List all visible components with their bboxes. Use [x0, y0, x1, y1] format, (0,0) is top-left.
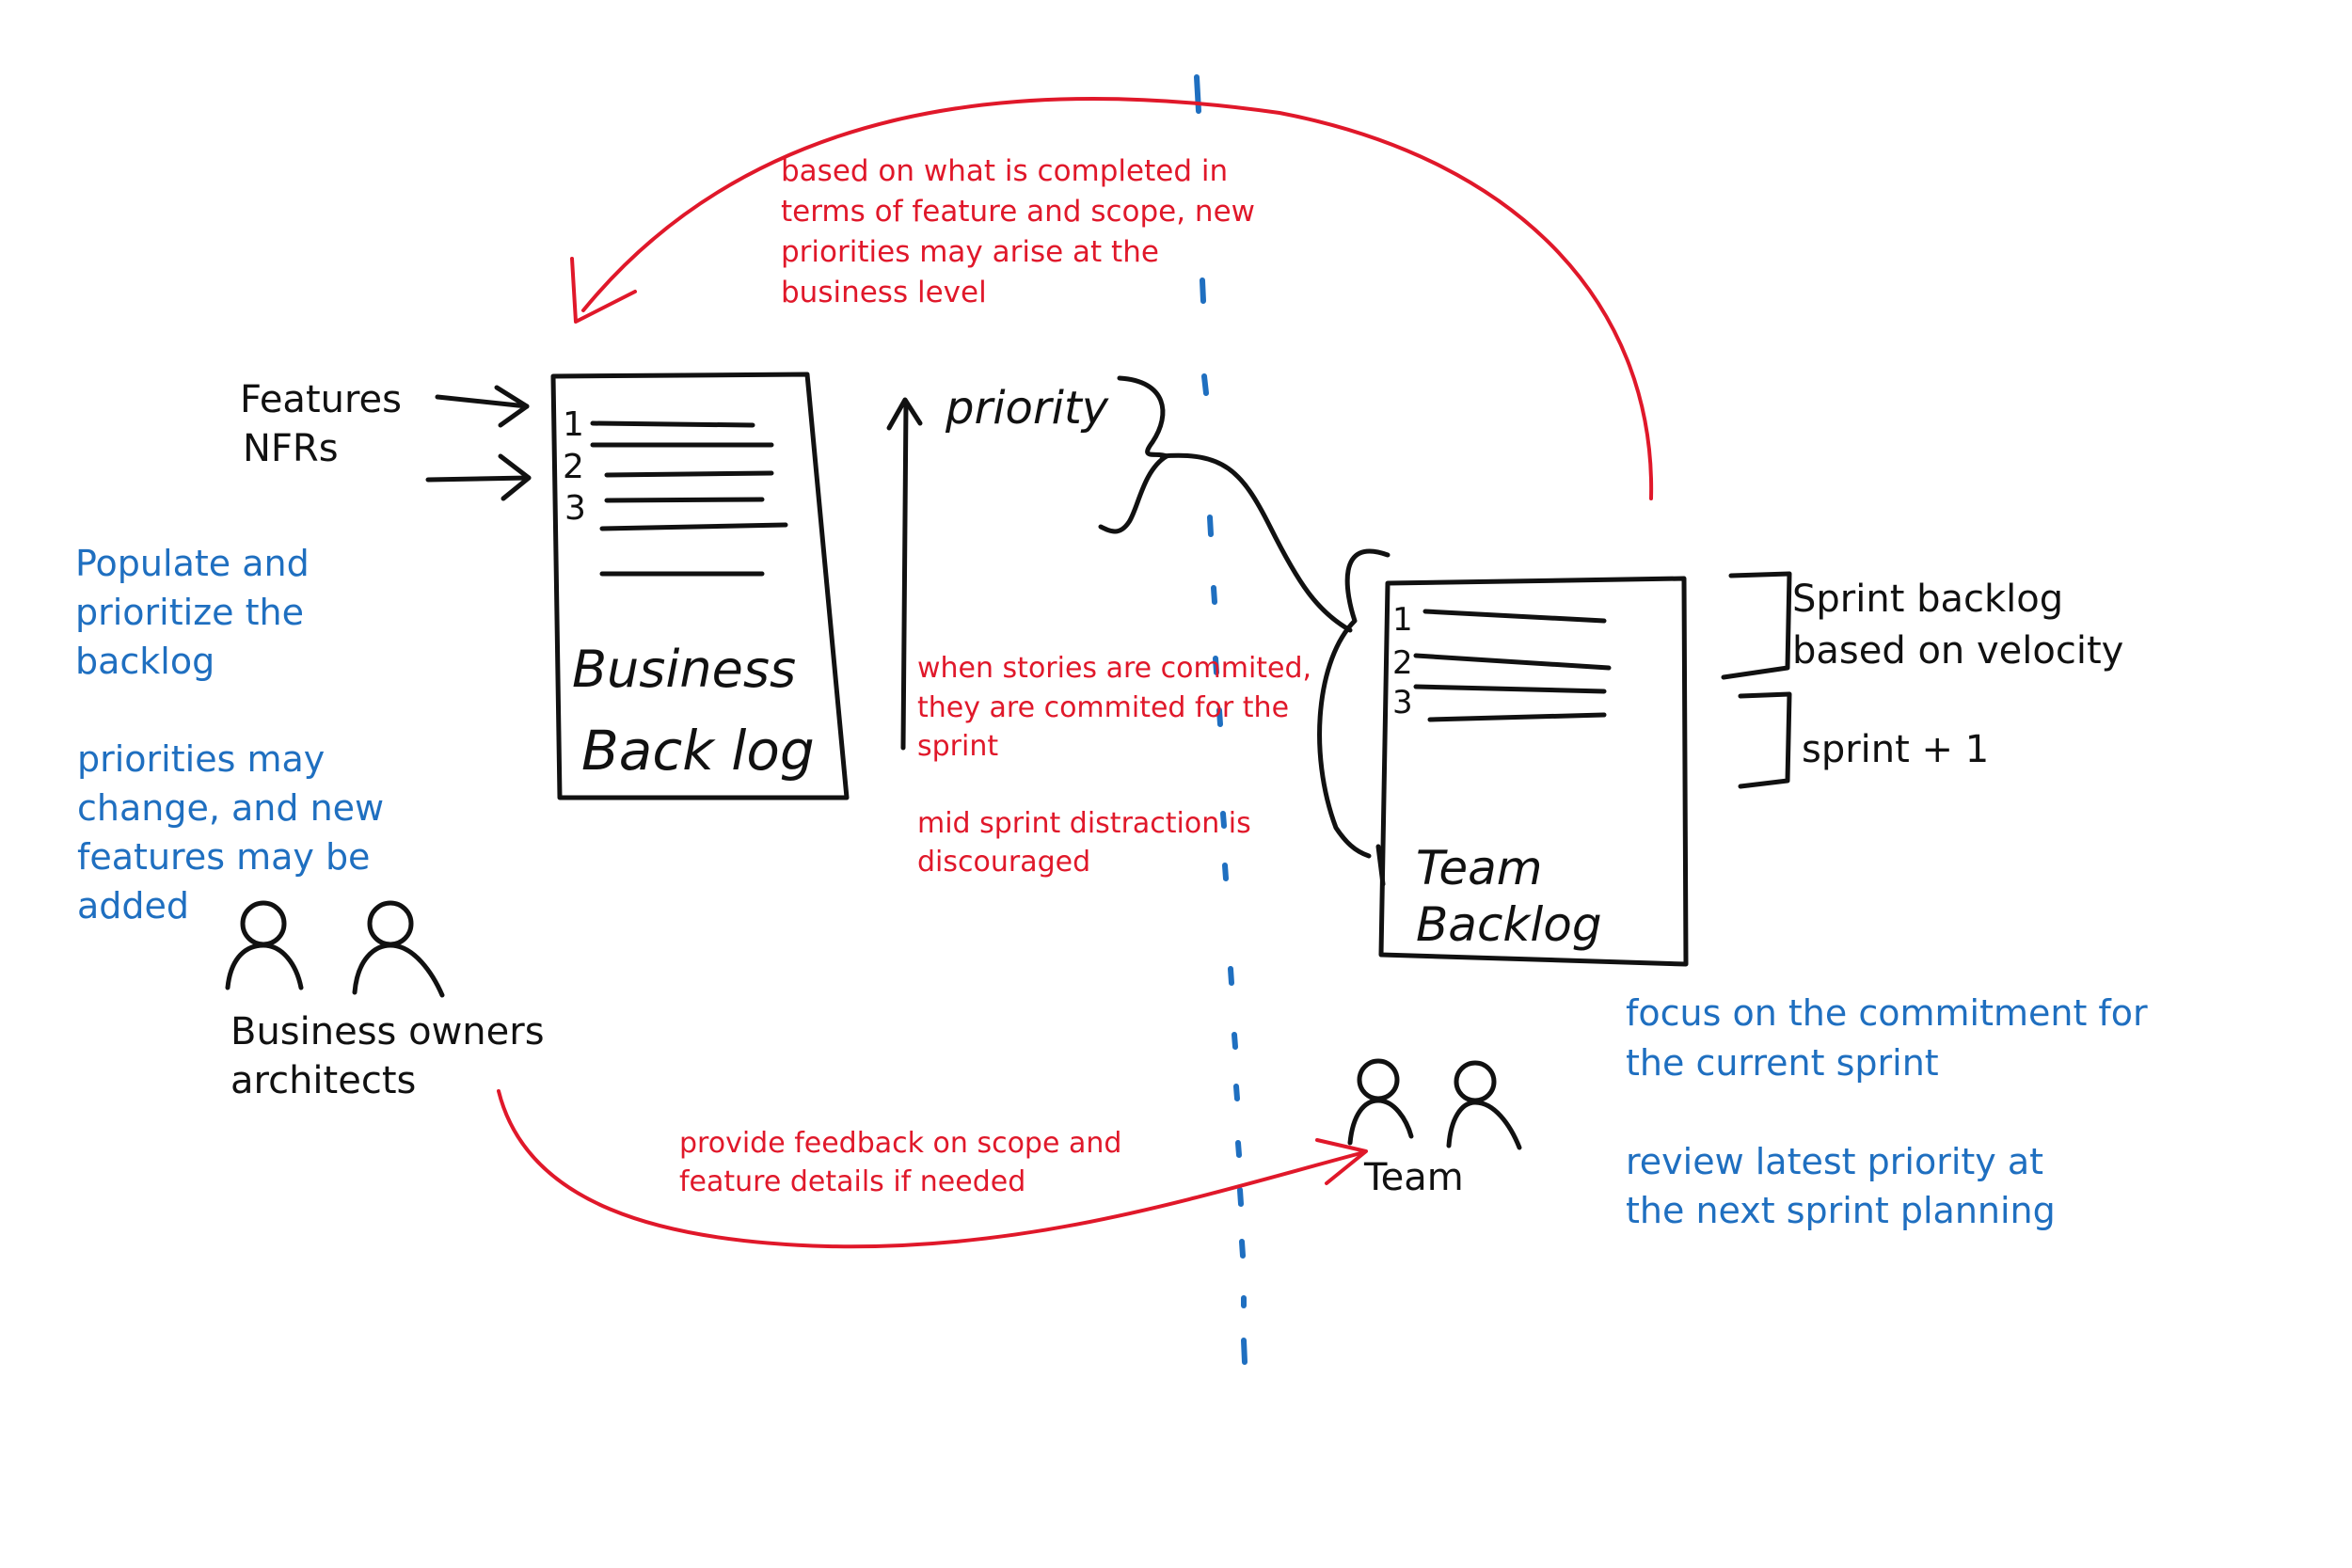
sprint-plus-one-label: sprint + 1	[1802, 728, 1989, 771]
priority-arrow	[886, 397, 923, 751]
business-backlog-number: 1	[563, 405, 584, 444]
sketch-diagram: 1 2 3 1 2 3 Business Back log Team Backl…	[75, 74, 2148, 1365]
team-backlog-number: 2	[1392, 644, 1413, 682]
red-note-top-line: business level	[781, 276, 987, 309]
team-backlog-number: 1	[1392, 601, 1413, 639]
sprint-backlog-label-line1: Sprint backlog	[1792, 578, 2063, 621]
nfrs-label: NFRs	[243, 427, 339, 470]
priorities-note-line: features may be	[77, 836, 370, 878]
priorities-note-line: priorities may	[77, 738, 325, 780]
blue-notes-left: Populate and prioritize the backlog prio…	[75, 543, 384, 927]
populate-note-line: prioritize the	[75, 592, 304, 633]
business-backlog-label-line2: Back log	[581, 719, 815, 783]
blue-notes-right: focus on the commitment for the current …	[1626, 992, 2148, 1231]
red-note-feedback-line: feature details if needed	[679, 1165, 1025, 1198]
team-backlog-label-line2: Backlog	[1416, 897, 1602, 952]
red-note-top-line: based on what is completed in	[781, 154, 1228, 188]
features-label: Features	[240, 378, 402, 421]
business-backlog-label: Business Back log	[572, 640, 815, 783]
focus-note-line: the current sprint	[1626, 1042, 1939, 1084]
team-backlog-label: Team Backlog	[1416, 841, 1602, 952]
red-note-distraction-line: mid sprint distraction is	[917, 807, 1251, 840]
priorities-note-line: added	[77, 885, 189, 927]
whiteboard-canvas: 1 2 3 1 2 3 Business Back log Team Backl…	[0, 0, 2352, 1568]
red-note-commit: when stories are commited, they are comm…	[917, 652, 1311, 879]
business-backlog-label-line1: Business	[572, 640, 796, 699]
input-arrows	[425, 385, 532, 501]
sprint-brackets	[1721, 571, 1792, 789]
populate-note-line: backlog	[75, 641, 215, 682]
red-note-commit-line: they are commited for the	[917, 691, 1289, 724]
business-backlog-number: 3	[564, 489, 586, 528]
business-backlog-numbers: 1 2 3	[563, 405, 586, 528]
team-icon	[1347, 1058, 1522, 1150]
sprint-backlog-label-line2: based on velocity	[1792, 629, 2123, 673]
red-note-top-line: priorities may arise at the	[781, 235, 1159, 269]
business-owners-label-line2: architects	[230, 1059, 416, 1102]
red-note-feedback: provide feedback on scope and feature de…	[679, 1127, 1121, 1198]
business-backlog-number: 2	[563, 448, 584, 486]
red-note-feedback-line: provide feedback on scope and	[679, 1127, 1121, 1160]
review-note-line: the next sprint planning	[1626, 1190, 2056, 1231]
business-owners-label-line1: Business owners	[230, 1010, 545, 1053]
business-owners-icon	[225, 900, 445, 998]
red-note-top-line: terms of feature and scope, new	[781, 195, 1255, 229]
priorities-note-line: change, and new	[77, 787, 384, 829]
team-label: Team	[1363, 1156, 1464, 1199]
red-note-commit-line: when stories are commited,	[917, 652, 1311, 685]
focus-note-line: focus on the commitment for	[1626, 992, 2148, 1034]
red-note-commit-line: sprint	[917, 730, 998, 763]
review-note-line: review latest priority at	[1626, 1141, 2043, 1182]
populate-note-line: Populate and	[75, 543, 310, 584]
red-note-distraction-line: discouraged	[917, 846, 1090, 879]
priority-label: priority	[945, 382, 1109, 435]
team-backlog-numbers: 1 2 3	[1392, 601, 1413, 721]
team-backlog-label-line1: Team	[1416, 841, 1542, 895]
red-note-top: based on what is completed in terms of f…	[781, 154, 1255, 309]
team-backlog-number: 3	[1392, 684, 1413, 721]
